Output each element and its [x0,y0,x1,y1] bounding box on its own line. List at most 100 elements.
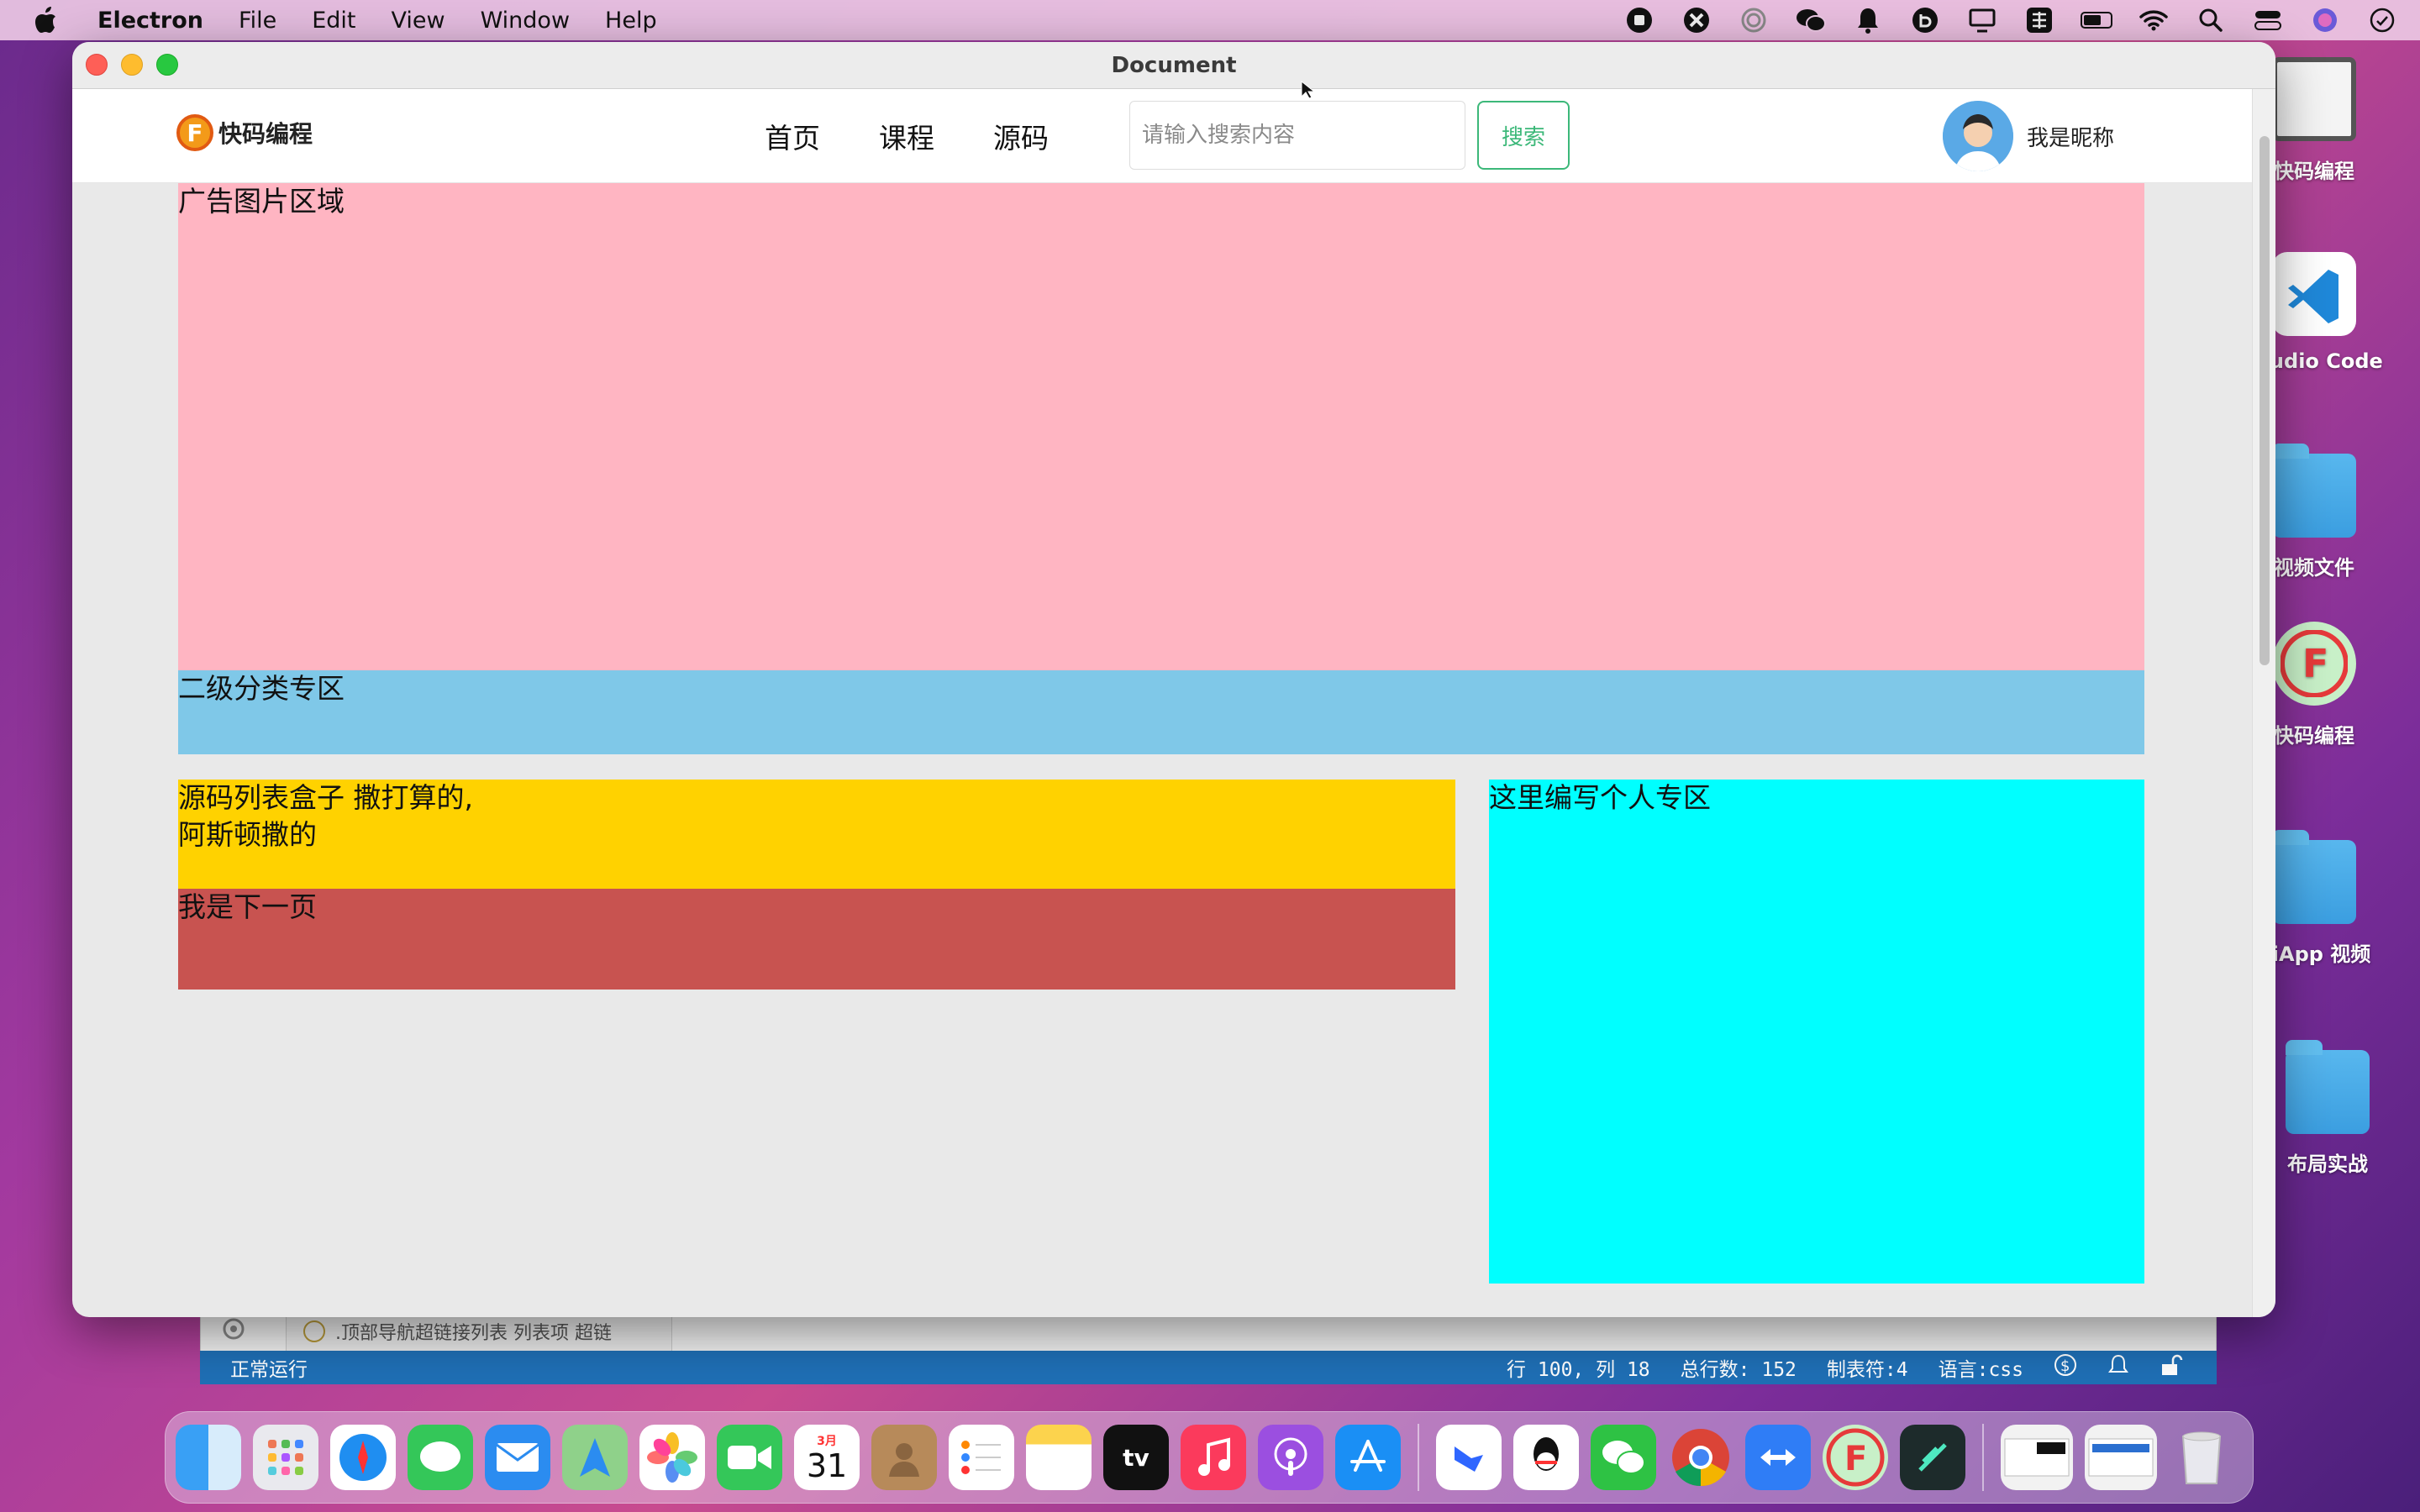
next-page-box: 我是下一页 [178,889,1455,990]
filmora-icon[interactable] [1900,1425,1965,1490]
music-icon[interactable] [1181,1425,1246,1490]
shield-icon[interactable] [1909,6,1941,34]
vscode-icon [2272,252,2356,336]
editor-tab[interactable]: .顶部导航超链接列表 列表项 超链 [286,1312,672,1351]
calendar-icon[interactable]: 3月 31 [794,1425,860,1490]
scrollbar-thumb[interactable] [2260,136,2270,665]
dock: 3月 31 tv F [165,1411,2254,1504]
wifi-icon[interactable] [2138,6,2170,34]
dollar-icon[interactable]: $ [2054,1353,2077,1382]
messages-icon[interactable] [408,1425,473,1490]
folder-icon [2272,444,2356,538]
trash-icon[interactable] [2169,1425,2234,1490]
scrollbar[interactable] [2252,89,2275,1317]
personal-area: 这里编写个人专区 [1489,780,2144,1284]
menu-help[interactable]: Help [605,8,657,34]
record-icon[interactable] [1623,6,1655,34]
app-store-icon[interactable] [1335,1425,1401,1490]
launchpad-icon[interactable] [253,1425,318,1490]
menubar: Electron File Edit View Window Help [0,0,2420,40]
next-page-label: 我是下一页 [178,890,317,923]
window-title: Document [1111,52,1237,78]
bell-icon[interactable] [1852,6,1884,34]
notification-center-icon[interactable] [2366,6,2398,34]
notes-icon[interactable] [1026,1425,1092,1490]
notification-bell-icon[interactable] [2107,1353,2129,1382]
logo-text: 快码编程 [218,120,313,148]
teamviewer-icon[interactable] [1745,1425,1811,1490]
feishu-icon[interactable] [1436,1425,1502,1490]
mouse-cursor [1301,81,1314,99]
cursor-position[interactable]: 行 100, 列 18 [1507,1353,1650,1382]
app-name-menu[interactable]: Electron [97,8,203,34]
traffic-lights [86,54,178,76]
nav-courses[interactable]: 课程 [879,116,934,156]
dock-separator [1418,1424,1419,1491]
contacts-icon[interactable] [871,1425,937,1490]
chrome-icon[interactable] [1668,1425,1733,1490]
maximize-button[interactable] [156,54,178,76]
code-list-line2: 阿斯顿撒的 [178,818,317,851]
search-icon[interactable] [2195,6,2227,34]
editor-status-bar: 正常运行 行 100, 列 18 总行数: 152 制表符:4 语言:css $ [200,1351,2217,1384]
window-titlebar[interactable]: Document [72,42,2275,89]
symbol-icon [303,1320,325,1342]
total-lines: 总行数: 152 [1680,1359,1797,1381]
wechat-icon[interactable] [1795,6,1827,34]
gear-icon[interactable] [217,1312,254,1349]
nav-source[interactable]: 源码 [993,116,1049,156]
file-icon [2272,57,2356,141]
kuaima-dock-icon[interactable]: F [1823,1425,1888,1490]
app-window: Document F 快码编程 首页 课程 源码 搜索 我是昵称 广告图片区域 … [72,42,2275,1317]
site-logo[interactable]: F 快码编程 [176,114,313,151]
podcasts-icon[interactable] [1258,1425,1323,1490]
user-profile[interactable]: 我是昵称 [1943,101,2114,171]
reminders-icon[interactable] [949,1425,1014,1490]
status-running: 正常运行 [230,1359,308,1381]
search-button[interactable]: 搜索 [1477,101,1570,170]
tab-size[interactable]: 制表符:4 [1827,1353,1908,1382]
unlock-icon[interactable] [2160,1353,2183,1382]
username[interactable]: 我是昵称 [2027,121,2114,152]
qq-icon[interactable] [1513,1425,1579,1490]
ad-banner-label: 广告图片区域 [178,185,345,218]
category-label: 二级分类专区 [178,672,345,705]
safari-icon[interactable] [330,1425,396,1490]
search-input[interactable] [1129,101,1465,170]
close-button[interactable] [86,54,108,76]
menu-edit[interactable]: Edit [312,8,355,34]
menu-window[interactable]: Window [481,8,570,34]
control-center-icon[interactable] [2252,6,2284,34]
spiral-icon[interactable] [1738,6,1770,34]
tv-label: tv [1123,1443,1150,1472]
svg-text:F: F [1844,1440,1867,1478]
recent-window-thumb-1[interactable] [2001,1425,2073,1490]
language-mode[interactable]: 语言:css [1939,1353,2023,1382]
recent-window-thumb-2[interactable] [2085,1425,2157,1490]
minimize-button[interactable] [121,54,143,76]
photos-icon[interactable] [639,1425,705,1490]
maps-icon[interactable] [562,1425,628,1490]
input-method-icon[interactable] [2023,6,2055,34]
svg-text:F: F [2302,641,2328,686]
siri-icon[interactable] [2309,6,2341,34]
menu-file[interactable]: File [239,8,276,34]
apple-icon[interactable] [34,7,59,33]
folder-icon [2272,830,2356,924]
nav-home[interactable]: 首页 [765,116,820,156]
kuaima-app-icon: F [2272,622,2356,706]
display-icon[interactable] [1966,6,1998,34]
finder-icon[interactable] [176,1425,241,1490]
wechat-app-icon[interactable] [1591,1425,1656,1490]
calendar-month: 3月 [817,1435,837,1448]
facetime-icon[interactable] [717,1425,782,1490]
apple-tv-icon[interactable]: tv [1103,1425,1169,1490]
category-area: 二级分类专区 [178,670,2144,754]
status-icons [1623,0,2398,40]
avatar[interactable] [1943,101,2013,171]
personal-area-label: 这里编写个人专区 [1489,781,1711,814]
mail-icon[interactable] [485,1425,550,1490]
tools-icon[interactable] [1681,6,1712,34]
battery-icon[interactable] [2081,6,2112,34]
menu-view[interactable]: View [392,8,445,34]
